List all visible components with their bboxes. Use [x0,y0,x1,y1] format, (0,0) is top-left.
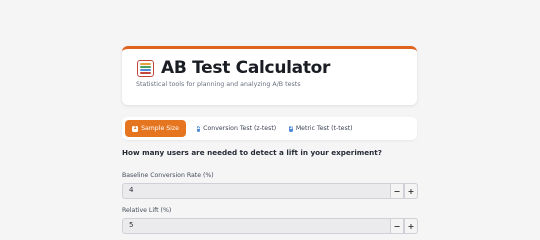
header-card: AB Test Calculator Statistical tools for… [122,46,417,105]
decrement-button[interactable]: − [390,218,404,234]
relative-lift-input[interactable]: 5 − + [122,218,418,234]
tab-sample-size[interactable]: 1 Sample Size [125,120,186,137]
tab-label: Sample Size [141,125,179,132]
tab-metric-test[interactable]: 3 Metric Test (t-test) [289,120,353,137]
app-subtitle: Statistical tools for planning and analy… [136,81,301,88]
tab-conversion-test[interactable]: 2 Conversion Test (z-test) [196,120,277,137]
tab-label: Conversion Test (z-test) [203,125,277,132]
tab-bar: 1 Sample Size 2 Conversion Test (z-test)… [122,117,417,140]
section-question: How many users are needed to detect a li… [122,148,382,157]
app-title: AB Test Calculator [161,58,331,78]
number-three-icon: 3 [289,125,293,132]
decrement-button[interactable]: − [390,183,404,199]
tab-label: Metric Test (t-test) [295,125,353,132]
number-one-icon: 1 [132,125,139,132]
baseline-rate-input[interactable]: 4 − + [122,183,418,199]
relative-lift-label: Relative Lift (%) [122,207,172,214]
baseline-rate-label: Baseline Conversion Rate (%) [122,172,214,179]
number-two-icon: 2 [196,125,201,132]
increment-button[interactable]: + [404,183,418,199]
relative-lift-value: 5 [129,221,134,229]
increment-button[interactable]: + [404,218,418,234]
baseline-rate-value: 4 [129,186,134,194]
abacus-icon [137,60,154,77]
